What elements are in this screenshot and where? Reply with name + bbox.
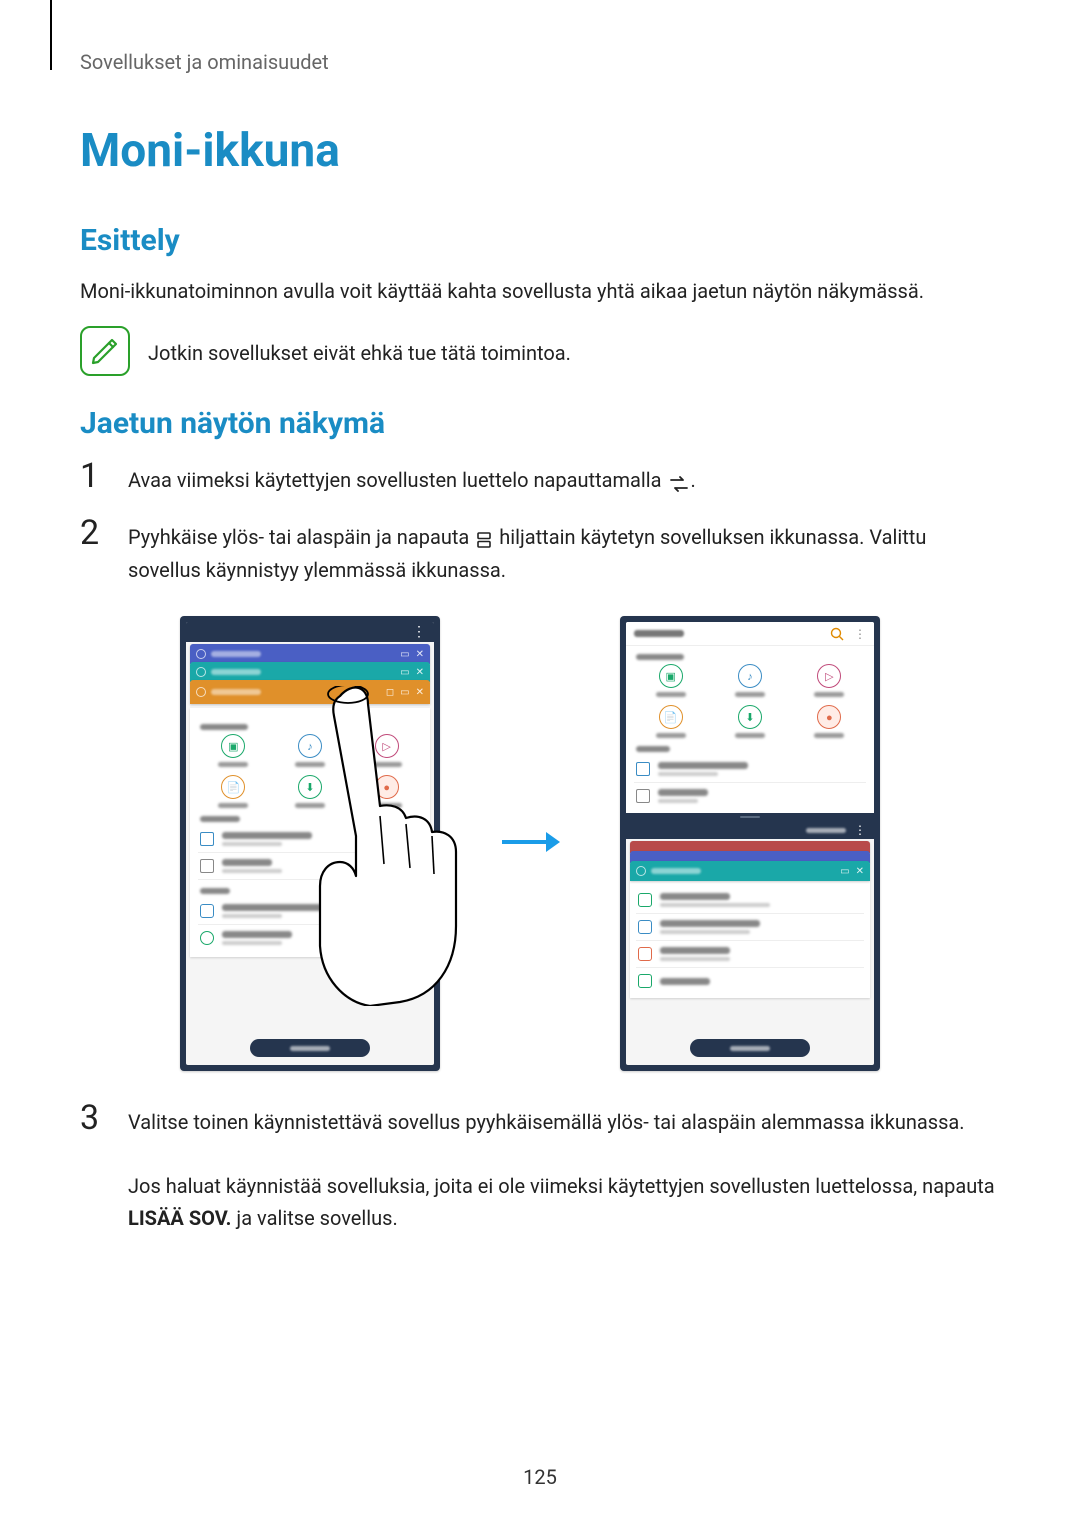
more-apps-label: LISÄÄ SOV. — [128, 1206, 231, 1230]
step-2-text: Pyyhkäise ylös- tai alaspäin ja napauta … — [128, 521, 1000, 587]
section-splitview-heading: Jaetun näytön näkymä — [80, 406, 1000, 441]
step-3-line1: Valitse toinen käynnistettävä sovellus p… — [128, 1110, 965, 1134]
recents-icon — [669, 466, 689, 498]
step-1: 1 Avaa viimeksi käytettyjen sovellusten … — [80, 459, 1000, 498]
step-1-number: 1 — [80, 459, 108, 493]
lower-app-body — [630, 881, 870, 998]
step-3-line2-pre: Jos haluat käynnistää sovelluksia, joita… — [128, 1174, 995, 1198]
figure-row: ⋮ ▭✕ ▭✕ ◻▭✕ — [60, 616, 1000, 1071]
top-margin-rule — [50, 0, 52, 70]
recent-card-2: ▭✕ — [190, 662, 430, 682]
step-list: 1 Avaa viimeksi käytettyjen sovellusten … — [80, 459, 1000, 586]
recent-card-1: ▭✕ — [190, 644, 430, 664]
figure-phone-right: ⋮ ▣ ♪ ▷ 📄 ⬇ ● — [620, 616, 880, 1071]
step-3-line2-post: ja valitse sovellus. — [231, 1206, 397, 1230]
recent-card-body: ▣ ♪ ▷ 📄 ⬇ ● — [190, 708, 430, 957]
step-2-number: 2 — [80, 516, 108, 550]
split-view-icon — [476, 522, 492, 554]
recent-card-active: ◻▭✕ — [190, 680, 430, 704]
figure-phone-left: ⋮ ▭✕ ▭✕ ◻▭✕ — [180, 616, 440, 1071]
split-handle — [626, 813, 874, 821]
section-intro-heading: Esittely — [80, 223, 1000, 258]
step-2-pre: Pyyhkäise ylös- tai alaspäin ja napauta — [128, 525, 474, 549]
note-icon — [80, 326, 130, 376]
lower-card-active: ▭✕ — [630, 861, 870, 881]
step-3: 3 Valitse toinen käynnistettävä sovellus… — [80, 1101, 1000, 1234]
breadcrumb: Sovellukset ja ominaisuudet — [80, 50, 1000, 74]
page-number: 125 — [0, 1465, 1080, 1489]
more-apps-bar: ⋮ — [626, 821, 874, 839]
upper-app-header: ⋮ — [626, 622, 874, 646]
step-1-post: . — [691, 468, 696, 492]
phone-left-titlebar: ⋮ — [186, 622, 434, 642]
intro-paragraph: Moni-ikkunatoiminnon avulla voit käyttää… — [80, 276, 1000, 306]
close-all-pill-left — [250, 1039, 370, 1057]
step-3-number: 3 — [80, 1101, 108, 1135]
note-block: Jotkin sovellukset eivät ehkä tue tätä t… — [80, 326, 1000, 376]
note-text: Jotkin sovellukset eivät ehkä tue tätä t… — [148, 326, 571, 368]
page-title: Moni-ikkuna — [80, 124, 1000, 178]
arrow-right-icon — [500, 829, 560, 859]
step-list-cont: 3 Valitse toinen käynnistettävä sovellus… — [80, 1101, 1000, 1234]
step-3-text: Valitse toinen käynnistettävä sovellus p… — [128, 1106, 1000, 1234]
search-icon — [830, 627, 844, 641]
step-1-pre: Avaa viimeksi käytettyjen sovellusten lu… — [128, 468, 667, 492]
close-all-pill-right — [690, 1039, 810, 1057]
step-1-text: Avaa viimeksi käytettyjen sovellusten lu… — [128, 464, 1000, 498]
step-2: 2 Pyyhkäise ylös- tai alaspäin ja napaut… — [80, 516, 1000, 587]
